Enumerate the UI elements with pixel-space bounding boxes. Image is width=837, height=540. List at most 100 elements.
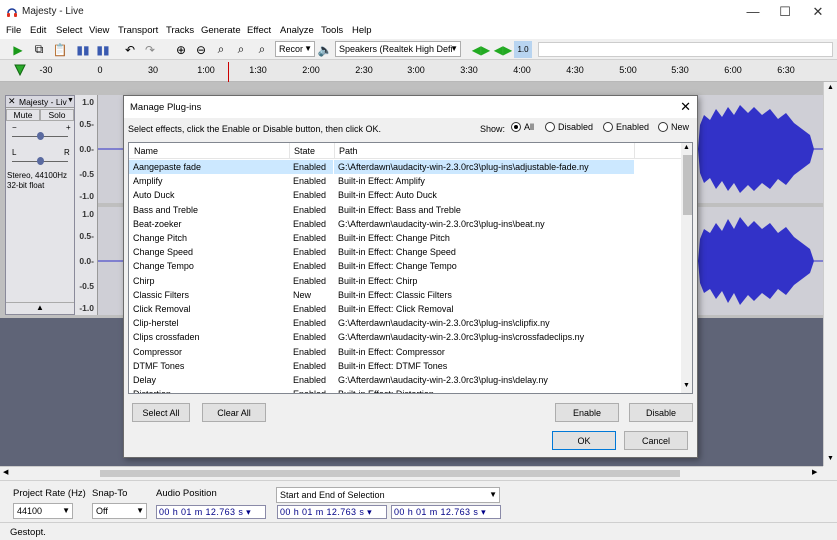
plugin-row[interactable]: Bass and Treble Enabled Built-in Effect: B… xyxy=(129,203,681,217)
scroll-down-icon[interactable]: ▼ xyxy=(827,455,834,462)
plugin-row[interactable]: Clip-herstel Enabled G:\Afterdawn\audacity… xyxy=(129,316,681,330)
meter-level-label[interactable]: 1.0 xyxy=(514,41,532,58)
plugin-row[interactable]: Beat-zoeker Enabled G:\Afterdawn\audacity-… xyxy=(129,217,681,231)
playback-meter-icon[interactable]: ◀▶ xyxy=(494,41,512,58)
disable-button[interactable]: Disable xyxy=(629,403,693,422)
track-close-icon[interactable]: ✕ xyxy=(8,96,16,107)
horizontal-scroll-thumb[interactable] xyxy=(100,470,680,477)
radio-icon[interactable] xyxy=(658,122,668,132)
selection-mode-select[interactable]: Start and End of Selection ▼ xyxy=(276,487,500,503)
selection-end-time[interactable]: 00 h 01 m 12.763 s ▾ xyxy=(391,505,501,519)
gain-slider-thumb[interactable] xyxy=(37,132,44,140)
menu-help[interactable]: Help xyxy=(352,25,372,36)
list-scroll-up-icon[interactable]: ▲ xyxy=(683,144,690,151)
plugin-list[interactable]: Name State Path Aangepaste fade Enabled G:… xyxy=(128,142,693,394)
cancel-button[interactable]: Cancel xyxy=(624,431,688,450)
plugin-row[interactable]: DTMF Tones Enabled Built-in Effect: DTMF T… xyxy=(129,359,681,373)
plugin-row[interactable]: Click Removal Enabled Built-in Effect: Cli… xyxy=(129,302,681,316)
radio-icon[interactable] xyxy=(603,122,613,132)
fit-project-icon[interactable]: ⌕ xyxy=(232,41,250,58)
column-separator[interactable] xyxy=(334,143,335,159)
playback-meter-icon[interactable]: ◀▶ xyxy=(472,41,490,58)
plugin-row[interactable]: Aangepaste fade Enabled G:\Afterdawn\audac… xyxy=(129,160,681,174)
track-menu-arrow-icon[interactable]: ▼ xyxy=(67,97,74,104)
trim-audio-icon[interactable]: ▮▮ xyxy=(74,41,92,58)
timeline-ruler[interactable]: -30 0 30 1:00 1:30 2:00 2:30 3:00 3:30 4… xyxy=(0,60,837,82)
minimize-button[interactable]: — xyxy=(745,4,761,20)
enable-button[interactable]: Enable xyxy=(555,403,619,422)
track-control-panel[interactable]: ✕ Majesty - Liv ▼ Mute Solo − + L R Ster… xyxy=(5,95,75,315)
column-header-name[interactable]: Name xyxy=(134,146,158,156)
column-separator[interactable] xyxy=(634,143,635,159)
menu-view[interactable]: View xyxy=(89,25,109,36)
plugin-row[interactable]: Chirp Enabled Built-in Effect: Chirp xyxy=(129,274,681,288)
redo-icon[interactable]: ↷ xyxy=(141,41,159,58)
menu-effect[interactable]: Effect xyxy=(247,25,271,36)
menu-select[interactable]: Select xyxy=(56,25,82,36)
zoom-toggle-icon[interactable]: ⌕ xyxy=(253,41,271,58)
copy-icon[interactable]: ⧉ xyxy=(30,41,48,58)
plugin-row[interactable]: Amplify Enabled Built-in Effect: Amplify xyxy=(129,174,681,188)
main-vertical-scrollbar[interactable]: ▲ ▼ xyxy=(823,82,837,466)
filter-new-radio[interactable]: New xyxy=(658,122,689,132)
filter-disabled-radio[interactable]: Disabled xyxy=(545,122,593,132)
selection-start-time[interactable]: 00 h 01 m 12.763 s ▾ xyxy=(277,505,387,519)
column-separator[interactable] xyxy=(289,143,290,159)
plugin-row[interactable]: Change Pitch Enabled Built-in Effect: Chan… xyxy=(129,231,681,245)
column-header-state[interactable]: State xyxy=(294,146,315,156)
radio-selected-icon[interactable] xyxy=(511,122,521,132)
zoom-out-icon[interactable]: ⊖ xyxy=(192,41,210,58)
menu-transport[interactable]: Transport xyxy=(118,25,158,36)
paste-icon[interactable]: 📋 xyxy=(51,41,69,58)
project-rate-select[interactable]: 44100 ▼ xyxy=(13,503,73,519)
filter-enabled-radio[interactable]: Enabled xyxy=(603,122,649,132)
silence-audio-icon[interactable]: ▮▮ xyxy=(94,41,112,58)
menu-tools[interactable]: Tools xyxy=(321,25,343,36)
mute-button[interactable]: Mute xyxy=(6,109,40,121)
track-header[interactable]: ✕ Majesty - Liv ▼ xyxy=(6,96,74,108)
radio-icon[interactable] xyxy=(545,122,555,132)
plugin-row[interactable]: Auto Duck Enabled Built-in Effect: Auto Du… xyxy=(129,188,681,202)
menu-analyze[interactable]: Analyze xyxy=(280,25,314,36)
audio-position-time[interactable]: 00 h 01 m 12.763 s ▾ xyxy=(156,505,266,519)
plugin-row[interactable]: Change Tempo Enabled Built-in Effect: Chan… xyxy=(129,259,681,273)
plugin-list-scroll-thumb[interactable] xyxy=(683,155,692,215)
menu-tracks[interactable]: Tracks xyxy=(166,25,194,36)
plugin-row[interactable]: Clips crossfaden Enabled G:\Afterdawn\auda… xyxy=(129,330,681,344)
menu-generate[interactable]: Generate xyxy=(201,25,241,36)
snap-to-select[interactable]: Off ▼ xyxy=(92,503,147,519)
play-icon[interactable]: ▶ xyxy=(9,41,27,58)
scroll-right-icon[interactable]: ▶ xyxy=(812,468,817,476)
playback-device-select[interactable]: Speakers (Realtek High Defi ▼ xyxy=(335,41,461,57)
clear-all-button[interactable]: Clear All xyxy=(202,403,266,422)
meter-area[interactable] xyxy=(538,42,833,57)
menu-file[interactable]: File xyxy=(6,25,21,36)
collapse-track-icon[interactable]: ▲ xyxy=(6,302,74,314)
menu-edit[interactable]: Edit xyxy=(30,25,46,36)
plugin-row[interactable]: Delay Enabled G:\Afterdawn\audacity-win-2.… xyxy=(129,373,681,387)
title-bar: Majesty - Live — ☐ ✕ xyxy=(0,0,837,24)
column-header-path[interactable]: Path xyxy=(339,146,358,156)
plugin-row[interactable]: Compressor Enabled Built-in Effect: Compre… xyxy=(129,345,681,359)
pan-slider-thumb[interactable] xyxy=(37,157,44,165)
zoom-in-icon[interactable]: ⊕ xyxy=(172,41,190,58)
select-all-button[interactable]: Select All xyxy=(132,403,190,422)
recording-device-select[interactable]: Recor ▼ xyxy=(275,41,315,57)
maximize-button[interactable]: ☐ xyxy=(777,4,793,20)
dialog-close-icon[interactable]: ✕ xyxy=(680,99,691,115)
plugin-row[interactable]: Change Speed Enabled Built-in Effect: Chan… xyxy=(129,245,681,259)
filter-all-radio[interactable]: All xyxy=(511,122,534,132)
scroll-up-icon[interactable]: ▲ xyxy=(827,84,834,91)
scroll-left-icon[interactable]: ◀ xyxy=(3,468,8,476)
main-horizontal-scrollbar[interactable]: ◀ ▶ xyxy=(0,466,823,480)
solo-button[interactable]: Solo xyxy=(40,109,74,121)
undo-icon[interactable]: ↶ xyxy=(121,41,139,58)
ok-button[interactable]: OK xyxy=(552,431,616,450)
pin-playhead-icon[interactable] xyxy=(13,63,27,77)
list-scroll-down-icon[interactable]: ▼ xyxy=(683,382,690,389)
plugin-row[interactable]: DistortionEnabledBuilt-in Effect: Distor… xyxy=(129,387,681,393)
plugin-row[interactable]: Classic Filters New Built-in Effect: Class… xyxy=(129,288,681,302)
close-window-button[interactable]: ✕ xyxy=(810,4,826,20)
fit-selection-icon[interactable]: ⌕ xyxy=(212,41,230,58)
track-name[interactable]: Majesty - Liv xyxy=(19,97,67,107)
